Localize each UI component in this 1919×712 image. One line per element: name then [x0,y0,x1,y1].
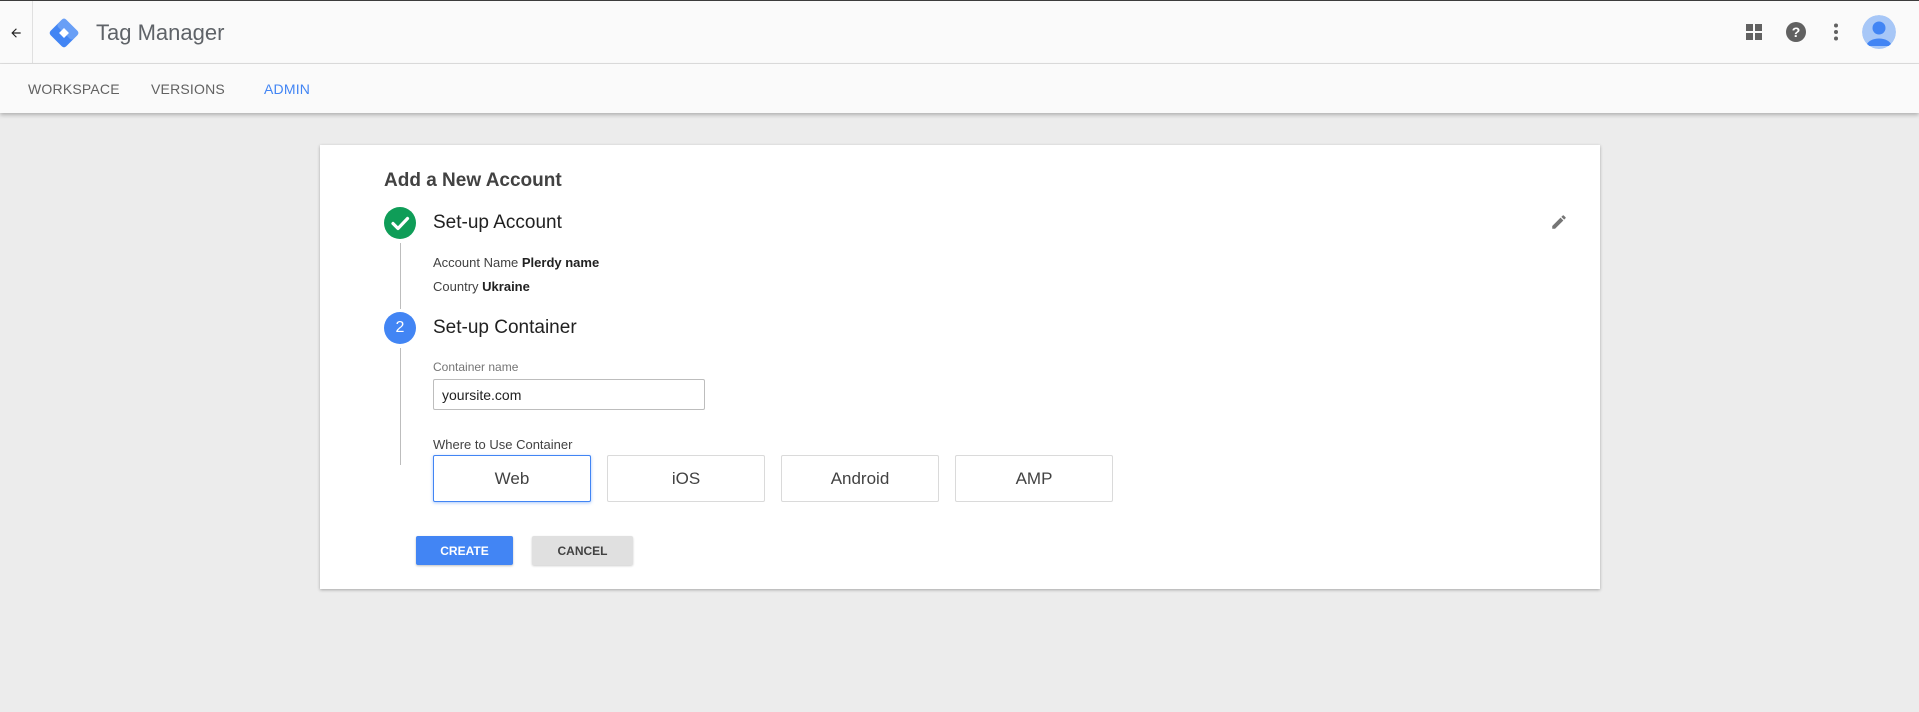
create-button[interactable]: CREATE [416,536,513,565]
help-button[interactable]: ? [1784,20,1808,44]
step-title-setup-account: Set-up Account [433,212,562,233]
platform-amp-button[interactable]: AMP [955,455,1113,502]
pencil-icon [1552,215,1566,229]
window-top-border [0,0,1919,1]
svg-text:?: ? [1792,24,1801,40]
more-options-button[interactable] [1824,20,1848,44]
cancel-button[interactable]: CANCEL [532,536,633,565]
avatar[interactable] [1862,15,1896,49]
edit-account-button[interactable] [1550,213,1568,231]
page-title: Add a New Account [384,170,562,191]
country-label: Country [433,279,479,294]
apps-button[interactable] [1742,20,1766,44]
country-info: Country Ukraine [433,279,530,294]
tag-manager-logo-icon [49,18,79,48]
app-title: Tag Manager [96,20,225,45]
arrow-back-icon [11,27,21,38]
help-icon: ? [1786,22,1806,42]
add-account-card: Add a New Account Set-up Account Account… [320,145,1600,589]
step-title-setup-container: Set-up Container [433,317,577,338]
container-name-input[interactable] [433,379,705,410]
back-button[interactable] [0,1,33,64]
app-header: Tag Manager ? [0,0,1919,64]
account-name-value: Plerdy name [521,255,600,270]
tab-admin[interactable]: ADMIN [264,81,310,97]
check-icon [391,216,410,231]
user-avatar-icon [1862,15,1896,49]
step-complete-badge [384,207,416,239]
container-name-label: Container name [433,360,519,374]
account-name-info: Account Name Plerdy name [433,255,599,270]
step-connector [400,348,401,465]
account-name-label: Account Name [433,255,519,270]
country-value: Ukraine [482,279,530,294]
step-number-badge: 2 [384,312,416,344]
admin-nav-bar: WORKSPACE VERSIONS ADMIN [0,64,1919,113]
where-to-use-label: Where to Use Container [433,437,573,452]
tab-workspace[interactable]: WORKSPACE [28,81,120,97]
platform-ios-button[interactable]: iOS [607,455,765,502]
tab-versions[interactable]: VERSIONS [151,81,225,97]
apps-grid-icon [1746,24,1762,40]
platform-web-button[interactable]: Web [433,455,591,502]
platform-android-button[interactable]: Android [781,455,939,502]
more-vert-icon [1834,23,1838,41]
step-connector [400,243,401,309]
